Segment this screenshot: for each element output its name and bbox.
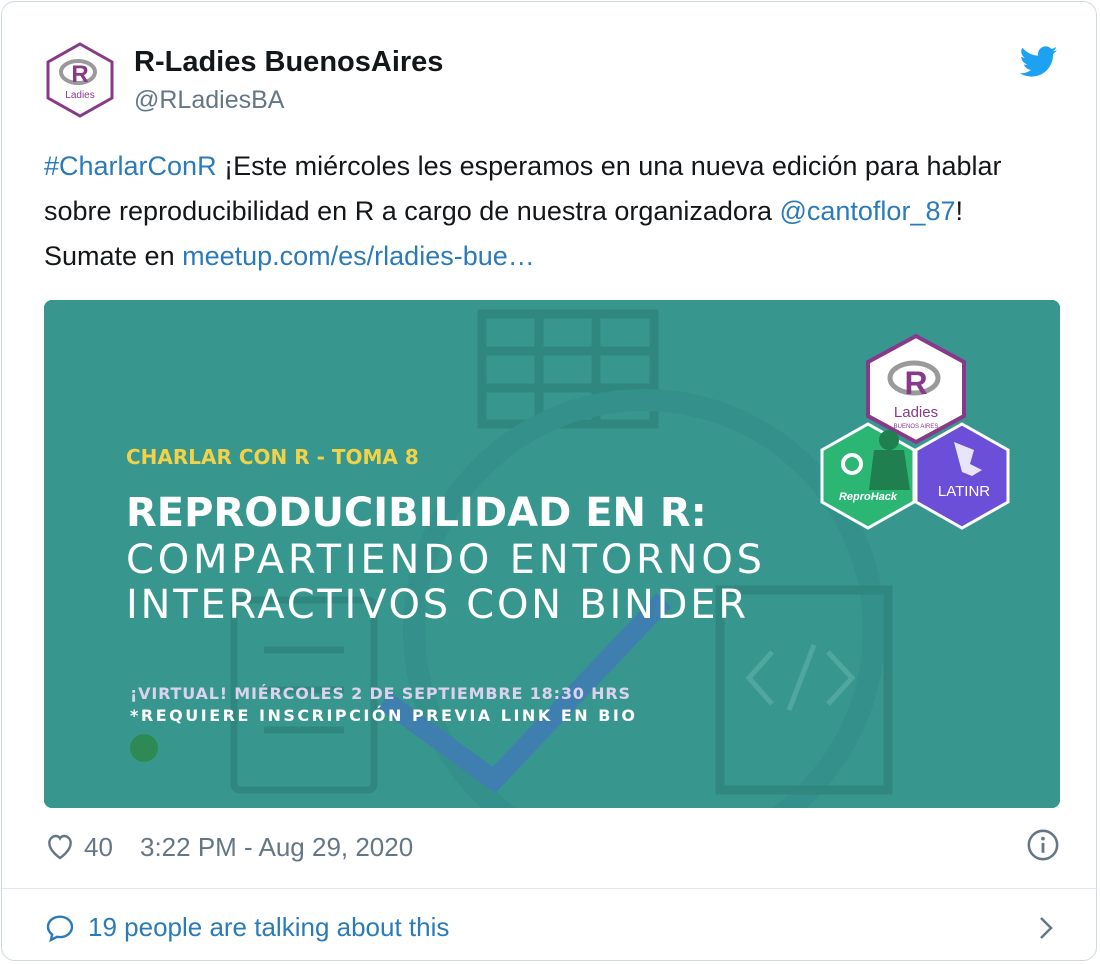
twitter-bird-icon[interactable]: [1020, 46, 1058, 78]
tweet-card: R Ladies R-Ladies BuenosAires @RLadiesBA…: [1, 1, 1098, 961]
rladies-logo-sub: BUENOS AIRES: [894, 424, 939, 430]
tweet-header: R Ladies R-Ladies BuenosAires @RLadiesBA: [44, 42, 1064, 118]
media-title: REPRODUCIBILIDAD EN R:: [126, 490, 707, 536]
mention-link[interactable]: @cantoflor_87: [779, 196, 955, 226]
tweet-text: #CharlarConR ¡Este miércoles les esperam…: [44, 144, 1060, 279]
info-icon[interactable]: [1026, 828, 1060, 862]
reprohack-logo-text: ReproHack: [839, 491, 898, 503]
account-handle[interactable]: @RLadiesBA: [134, 86, 284, 115]
media-subtitle-line2: INTERACTIVOS CON BINDER: [126, 582, 746, 628]
svg-text:R: R: [904, 365, 927, 401]
heart-icon[interactable]: [44, 830, 76, 862]
svg-text:Ladies: Ladies: [65, 90, 94, 101]
chevron-right-icon[interactable]: [1036, 914, 1056, 942]
rladies-avatar[interactable]: R Ladies: [44, 42, 116, 118]
account-name[interactable]: R-Ladies BuenosAires: [134, 46, 443, 79]
media-kicker: CHARLAR CON R - TOMA 8: [126, 445, 419, 469]
media-detail1: ¡VIRTUAL! MIÉRCOLES 2 DE SEPTIEMBRE 18:3…: [130, 684, 630, 703]
tweet-timestamp[interactable]: 3:22 PM - Aug 29, 2020: [140, 832, 413, 863]
meetup-link[interactable]: meetup.com/es/rladies-bue…: [182, 241, 535, 271]
latinr-logo-text: LATINR: [938, 483, 990, 500]
tweet-footer: 40 3:22 PM - Aug 29, 2020: [44, 828, 1060, 868]
hashtag-link[interactable]: #CharlarConR: [44, 151, 217, 181]
divider: [2, 888, 1098, 889]
dot-decoration: [130, 734, 158, 762]
speech-bubble-icon: [46, 915, 74, 943]
conversation-link[interactable]: 19 people are talking about this: [44, 908, 1060, 948]
tweet-image[interactable]: CHARLAR CON R - TOMA 8 REPRODUCIBILIDAD …: [44, 300, 1060, 808]
rladies-logo-text: Ladies: [894, 404, 938, 421]
svg-text:R: R: [71, 61, 88, 88]
conversation-label[interactable]: 19 people are talking about this: [88, 912, 449, 943]
like-count[interactable]: 40: [84, 832, 113, 863]
